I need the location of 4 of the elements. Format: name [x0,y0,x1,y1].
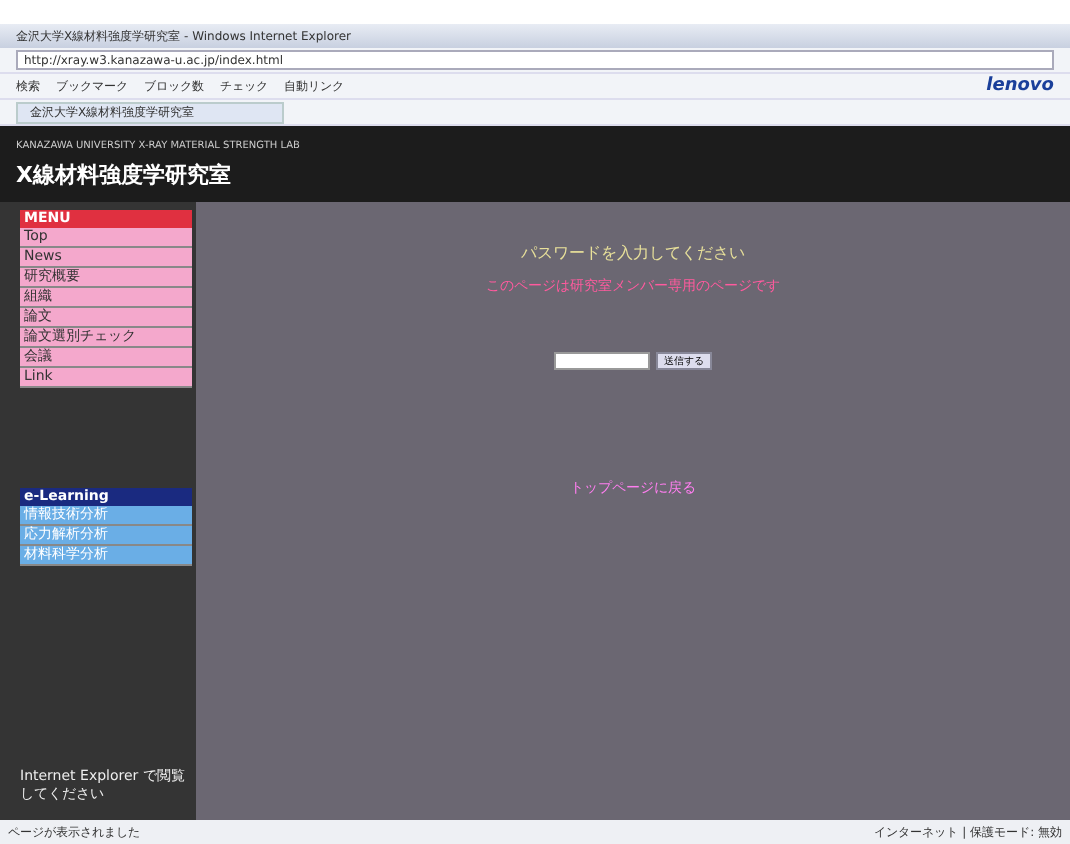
password-prompt: パスワードを入力してください [521,242,745,264]
site-title: X線材料強度学研究室 [16,159,233,189]
password-field[interactable] [554,352,650,370]
brand-logo: lenovo [986,76,1054,96]
